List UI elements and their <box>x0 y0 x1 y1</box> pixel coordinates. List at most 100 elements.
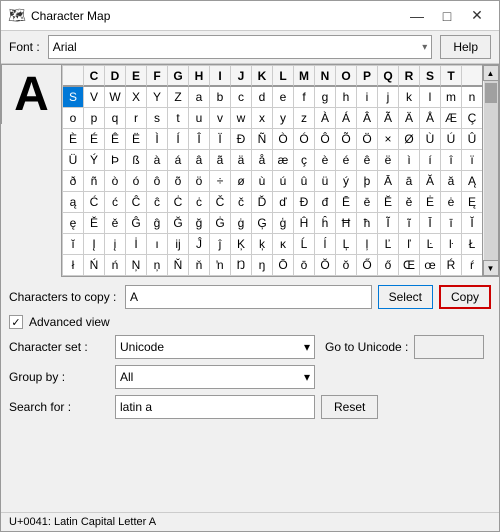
char-cell[interactable]: e <box>273 87 294 108</box>
minimize-button[interactable]: — <box>403 5 431 27</box>
char-cell[interactable]: Ō <box>273 255 294 276</box>
char-cell[interactable]: ŉ <box>210 255 231 276</box>
char-cell[interactable]: Ŋ <box>231 255 252 276</box>
char-cell[interactable]: ħ <box>357 213 378 234</box>
char-cell[interactable]: Ľ <box>378 234 399 255</box>
char-cell[interactable]: Ă <box>420 171 441 192</box>
char-cell[interactable]: Ö <box>357 129 378 150</box>
search-input[interactable] <box>115 395 315 419</box>
char-cell[interactable]: Ú <box>441 129 462 150</box>
copy-input[interactable] <box>125 285 372 309</box>
char-cell[interactable]: É <box>84 129 105 150</box>
char-cell[interactable]: w <box>231 108 252 129</box>
char-cell[interactable]: í <box>420 150 441 171</box>
char-cell[interactable]: ċ <box>189 192 210 213</box>
char-cell[interactable]: a <box>189 87 210 108</box>
char-cell[interactable]: â <box>189 150 210 171</box>
char-cell[interactable]: d <box>252 87 273 108</box>
char-cell[interactable]: ô <box>147 171 168 192</box>
char-cell[interactable]: Ù <box>420 129 441 150</box>
char-cell[interactable]: å <box>252 150 273 171</box>
char-cell[interactable]: i <box>357 87 378 108</box>
char-cell[interactable]: Ł <box>462 234 483 255</box>
char-cell[interactable]: ĺ <box>315 234 336 255</box>
char-cell[interactable]: Û <box>462 129 483 150</box>
char-cell[interactable]: ģ <box>273 213 294 234</box>
char-cell[interactable]: Ì <box>147 129 168 150</box>
char-cell[interactable]: ò <box>105 171 126 192</box>
char-cell[interactable]: ñ <box>84 171 105 192</box>
char-cell[interactable]: ā <box>399 171 420 192</box>
char-cell[interactable]: Ļ <box>336 234 357 255</box>
char-cell[interactable]: ì <box>399 150 420 171</box>
char-cell[interactable]: ĝ <box>147 213 168 234</box>
char-cell[interactable]: Ņ <box>126 255 147 276</box>
char-cell[interactable]: Ñ <box>252 129 273 150</box>
char-cell[interactable]: ÷ <box>210 171 231 192</box>
char-cell[interactable]: Ň <box>168 255 189 276</box>
close-button[interactable]: ✕ <box>463 5 491 27</box>
char-cell[interactable]: Y <box>147 87 168 108</box>
char-cell[interactable]: Ĝ <box>126 213 147 234</box>
char-cell[interactable]: Ć <box>84 192 105 213</box>
char-cell[interactable]: Á <box>336 108 357 129</box>
char-cell[interactable]: c <box>231 87 252 108</box>
char-cell[interactable]: Ė <box>420 192 441 213</box>
char-cell[interactable]: È <box>63 129 84 150</box>
char-cell[interactable]: ł <box>63 255 84 276</box>
char-cell[interactable]: z <box>294 108 315 129</box>
char-cell[interactable]: f <box>294 87 315 108</box>
advanced-checkbox[interactable]: ✓ <box>9 315 23 329</box>
char-cell[interactable]: Ä <box>399 108 420 129</box>
char-cell[interactable]: Ē <box>336 192 357 213</box>
char-cell[interactable]: Ĺ <box>294 234 315 255</box>
char-cell[interactable]: S <box>63 87 84 108</box>
char-cell[interactable]: ń <box>105 255 126 276</box>
char-cell[interactable]: ē <box>357 192 378 213</box>
scroll-down-button[interactable]: ▼ <box>483 260 499 276</box>
copy-button[interactable]: Copy <box>439 285 491 309</box>
char-cell[interactable]: õ <box>168 171 189 192</box>
charset-dropdown[interactable]: Unicode ▾ <box>115 335 315 359</box>
char-cell[interactable]: þ <box>357 171 378 192</box>
char-cell[interactable]: Ī <box>420 213 441 234</box>
char-cell[interactable]: ğ <box>189 213 210 234</box>
char-cell[interactable]: Ĩ <box>378 213 399 234</box>
char-cell[interactable]: Å <box>420 108 441 129</box>
char-cell[interactable]: đ <box>315 192 336 213</box>
char-cell[interactable]: Ċ <box>168 192 189 213</box>
char-cell[interactable]: Ġ <box>210 213 231 234</box>
char-cell[interactable]: ŕ <box>462 255 483 276</box>
char-cell[interactable]: ŋ <box>252 255 273 276</box>
char-cell[interactable]: Į <box>84 234 105 255</box>
char-cell[interactable]: ć <box>105 192 126 213</box>
char-cell[interactable]: č <box>231 192 252 213</box>
char-cell[interactable]: ļ <box>357 234 378 255</box>
font-dropdown[interactable]: Arial ▾ <box>48 35 433 59</box>
char-cell[interactable]: v <box>210 108 231 129</box>
char-cell[interactable]: ĸ <box>273 234 294 255</box>
char-cell[interactable]: Ŏ <box>315 255 336 276</box>
char-cell[interactable]: Ā <box>378 171 399 192</box>
char-cell[interactable]: o <box>63 108 84 129</box>
select-button[interactable]: Select <box>378 285 433 309</box>
char-cell[interactable]: ă <box>441 171 462 192</box>
char-cell[interactable]: À <box>315 108 336 129</box>
char-cell[interactable]: Ĉ <box>126 192 147 213</box>
char-cell[interactable]: Ĕ <box>378 192 399 213</box>
char-cell[interactable]: ã <box>210 150 231 171</box>
char-cell[interactable]: æ <box>273 150 294 171</box>
char-cell[interactable]: x <box>252 108 273 129</box>
char-cell[interactable]: ß <box>126 150 147 171</box>
char-cell[interactable]: ç <box>294 150 315 171</box>
char-cell[interactable]: Ë <box>126 129 147 150</box>
char-cell[interactable]: V <box>84 87 105 108</box>
char-cell[interactable]: Ķ <box>231 234 252 255</box>
char-cell[interactable]: p <box>84 108 105 129</box>
char-cell[interactable]: é <box>336 150 357 171</box>
char-cell[interactable]: ĉ <box>147 192 168 213</box>
char-cell[interactable]: ķ <box>252 234 273 255</box>
scrollbar[interactable]: ▲ ▼ <box>483 64 499 277</box>
char-cell[interactable]: Ç <box>462 108 483 129</box>
maximize-button[interactable]: □ <box>433 5 461 27</box>
